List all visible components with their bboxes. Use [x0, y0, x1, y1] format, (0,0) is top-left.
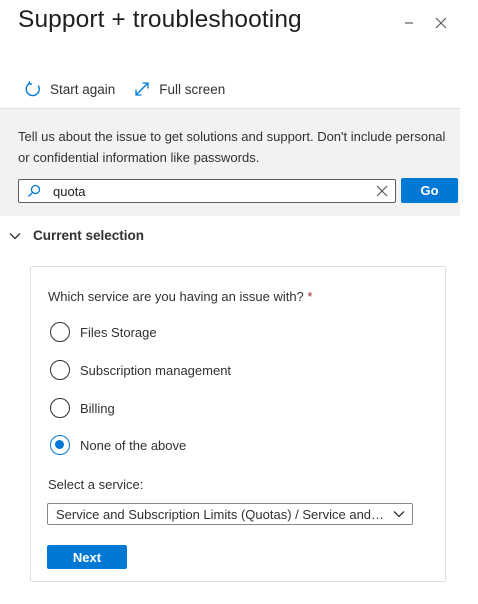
command-bar: Start again Full screen: [24, 80, 243, 98]
minimize-button[interactable]: [398, 12, 420, 34]
search-field[interactable]: [18, 179, 396, 203]
service-dropdown-value: Service and Subscription Limits (Quotas)…: [56, 506, 386, 522]
info-band: Tell us about the issue to get solutions…: [0, 108, 460, 216]
radio-circle[interactable]: [50, 322, 70, 342]
radio-label: Subscription management: [80, 362, 232, 378]
full-screen-button[interactable]: Full screen: [133, 80, 225, 98]
radio-circle-selected[interactable]: [50, 435, 70, 455]
radio-subscription-management[interactable]: Subscription management: [50, 360, 231, 380]
panel-title: Support + troubleshooting: [18, 6, 302, 33]
section-title: Current selection: [33, 228, 145, 243]
select-service-label: Select a service:: [48, 477, 144, 492]
radio-files-storage[interactable]: Files Storage: [50, 322, 157, 342]
expand-icon: [135, 82, 149, 96]
go-button[interactable]: Go: [401, 178, 458, 203]
next-button[interactable]: Next: [47, 545, 127, 569]
refresh-icon: [25, 81, 40, 97]
chevron-down-icon: [386, 507, 412, 521]
close-button[interactable]: [430, 12, 452, 34]
radio-none-of-the-above[interactable]: None of the above: [50, 435, 186, 455]
close-icon: [435, 17, 447, 29]
info-text: Tell us about the issue to get solutions…: [18, 129, 446, 165]
clear-icon: [376, 185, 388, 197]
radio-circle[interactable]: [50, 360, 70, 380]
current-selection-toggle[interactable]: Current selection: [8, 228, 144, 243]
radio-label: Files Storage: [80, 324, 157, 340]
radio-label: Billing: [80, 400, 115, 416]
minimize-icon: [405, 22, 413, 24]
support-panel: Support + troubleshooting Start again Fu…: [0, 0, 478, 604]
radio-circle[interactable]: [50, 398, 70, 418]
full-screen-label: Full screen: [159, 81, 226, 97]
start-again-label: Start again: [50, 81, 116, 97]
search-icon: [19, 184, 49, 198]
service-question: Which service are you having an issue wi…: [48, 289, 312, 304]
search-input[interactable]: [49, 183, 369, 199]
required-marker: *: [307, 289, 313, 304]
radio-billing[interactable]: Billing: [50, 398, 115, 418]
service-dropdown[interactable]: Service and Subscription Limits (Quotas)…: [47, 503, 413, 525]
radio-label: None of the above: [80, 437, 187, 453]
selection-card: Which service are you having an issue wi…: [30, 266, 446, 582]
start-again-button[interactable]: Start again: [24, 80, 115, 98]
question-text: Which service are you having an issue wi…: [48, 289, 304, 304]
chevron-down-icon: [9, 232, 21, 239]
clear-search-button[interactable]: [369, 185, 395, 197]
